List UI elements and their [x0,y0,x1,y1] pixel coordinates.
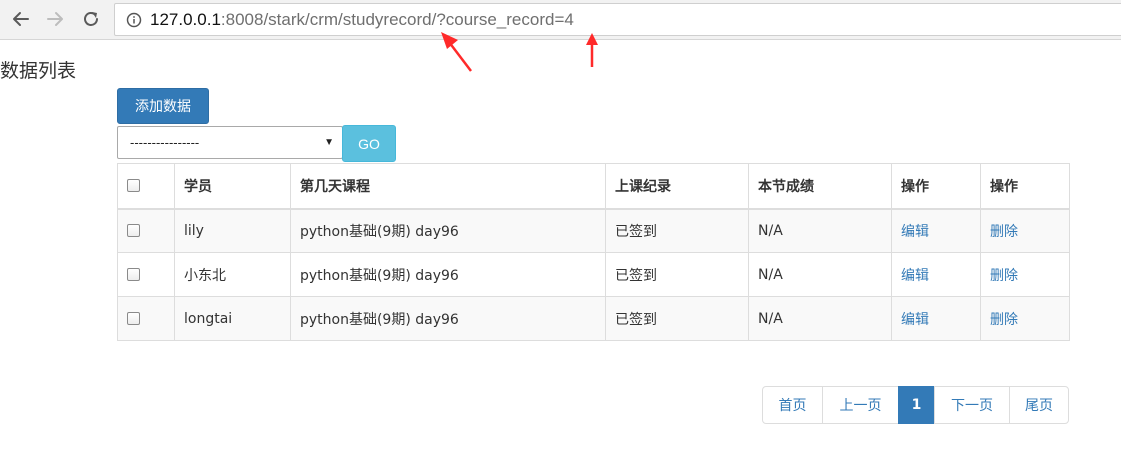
course-cell: python基础(9期) day96 [290,296,606,341]
course-cell: python基础(9期) day96 [290,252,606,297]
table-row: longtai python基础(9期) day96 已签到 N/A 编辑 删除 [117,296,1070,341]
row-checkbox-cell [117,208,175,253]
add-data-button[interactable]: 添加数据 [117,88,209,124]
column-header: 操作 [980,163,1070,210]
data-table: 学员 第几天课程 上课纪录 本节成绩 操作 操作 lily python基础(9… [117,163,1070,341]
action-select[interactable]: ---------------- ▼ [117,126,343,159]
table-row: 小东北 python基础(9期) day96 已签到 N/A 编辑 删除 [117,252,1070,297]
dropdown-arrow-icon: ▼ [324,137,334,148]
row-checkbox[interactable] [127,312,140,325]
course-cell: python基础(9期) day96 [290,208,606,253]
select-all-checkbox[interactable] [127,179,140,193]
browser-toolbar: 127.0.0.1:8008/stark/crm/studyrecord/?co… [0,0,1121,40]
column-header: 上课纪录 [605,163,749,210]
edit-cell: 编辑 [891,296,981,341]
table-row: lily python基础(9期) day96 已签到 N/A 编辑 删除 [117,208,1070,253]
table-header-row: 学员 第几天课程 上课纪录 本节成绩 操作 操作 [117,163,1070,210]
prev-page-link[interactable]: 上一页 [822,386,899,424]
column-header: 操作 [891,163,981,210]
column-header: 本节成绩 [748,163,892,210]
column-header: 学员 [174,163,291,210]
url-host: 127.0.0.1 [150,9,221,29]
edit-link[interactable]: 编辑 [901,268,929,284]
score-cell: N/A [748,296,892,341]
address-bar[interactable]: 127.0.0.1:8008/stark/crm/studyrecord/?co… [114,3,1121,36]
edit-cell: 编辑 [891,208,981,253]
row-checkbox-cell [117,296,175,341]
first-page-link[interactable]: 首页 [762,386,823,424]
reload-icon[interactable] [78,6,104,32]
row-checkbox-cell [117,252,175,297]
student-cell: 小东北 [174,252,291,297]
score-cell: N/A [748,252,892,297]
go-button[interactable]: GO [342,125,396,162]
forward-arrow-icon[interactable] [42,6,68,32]
edit-link[interactable]: 编辑 [901,224,929,240]
current-page[interactable]: 1 [898,386,935,424]
student-cell: lily [174,208,291,253]
info-icon[interactable] [126,12,142,28]
last-page-link[interactable]: 尾页 [1009,386,1069,424]
row-checkbox[interactable] [127,224,140,238]
delete-link[interactable]: 删除 [990,268,1018,284]
url-path: :8008/stark/crm/studyrecord/?course_reco… [220,9,574,29]
delete-cell: 删除 [980,296,1070,341]
url-text: 127.0.0.1:8008/stark/crm/studyrecord/?co… [150,10,574,30]
student-cell: longtai [174,296,291,341]
record-cell: 已签到 [605,296,749,341]
next-page-link[interactable]: 下一页 [934,386,1010,424]
back-arrow-icon[interactable] [8,6,34,32]
record-cell: 已签到 [605,252,749,297]
row-checkbox[interactable] [127,268,140,281]
header-checkbox-cell [117,163,175,210]
column-header: 第几天课程 [290,163,606,210]
delete-link[interactable]: 删除 [990,224,1018,240]
pagination: 首页 上一页 1 下一页 尾页 [762,386,1069,424]
delete-cell: 删除 [980,252,1070,297]
edit-cell: 编辑 [891,252,981,297]
page-title: 数据列表 [0,60,77,82]
record-cell: 已签到 [605,208,749,253]
edit-link[interactable]: 编辑 [901,312,929,328]
delete-cell: 删除 [980,208,1070,253]
delete-link[interactable]: 删除 [990,312,1018,328]
action-select-value: ---------------- [130,135,200,150]
score-cell: N/A [748,208,892,253]
